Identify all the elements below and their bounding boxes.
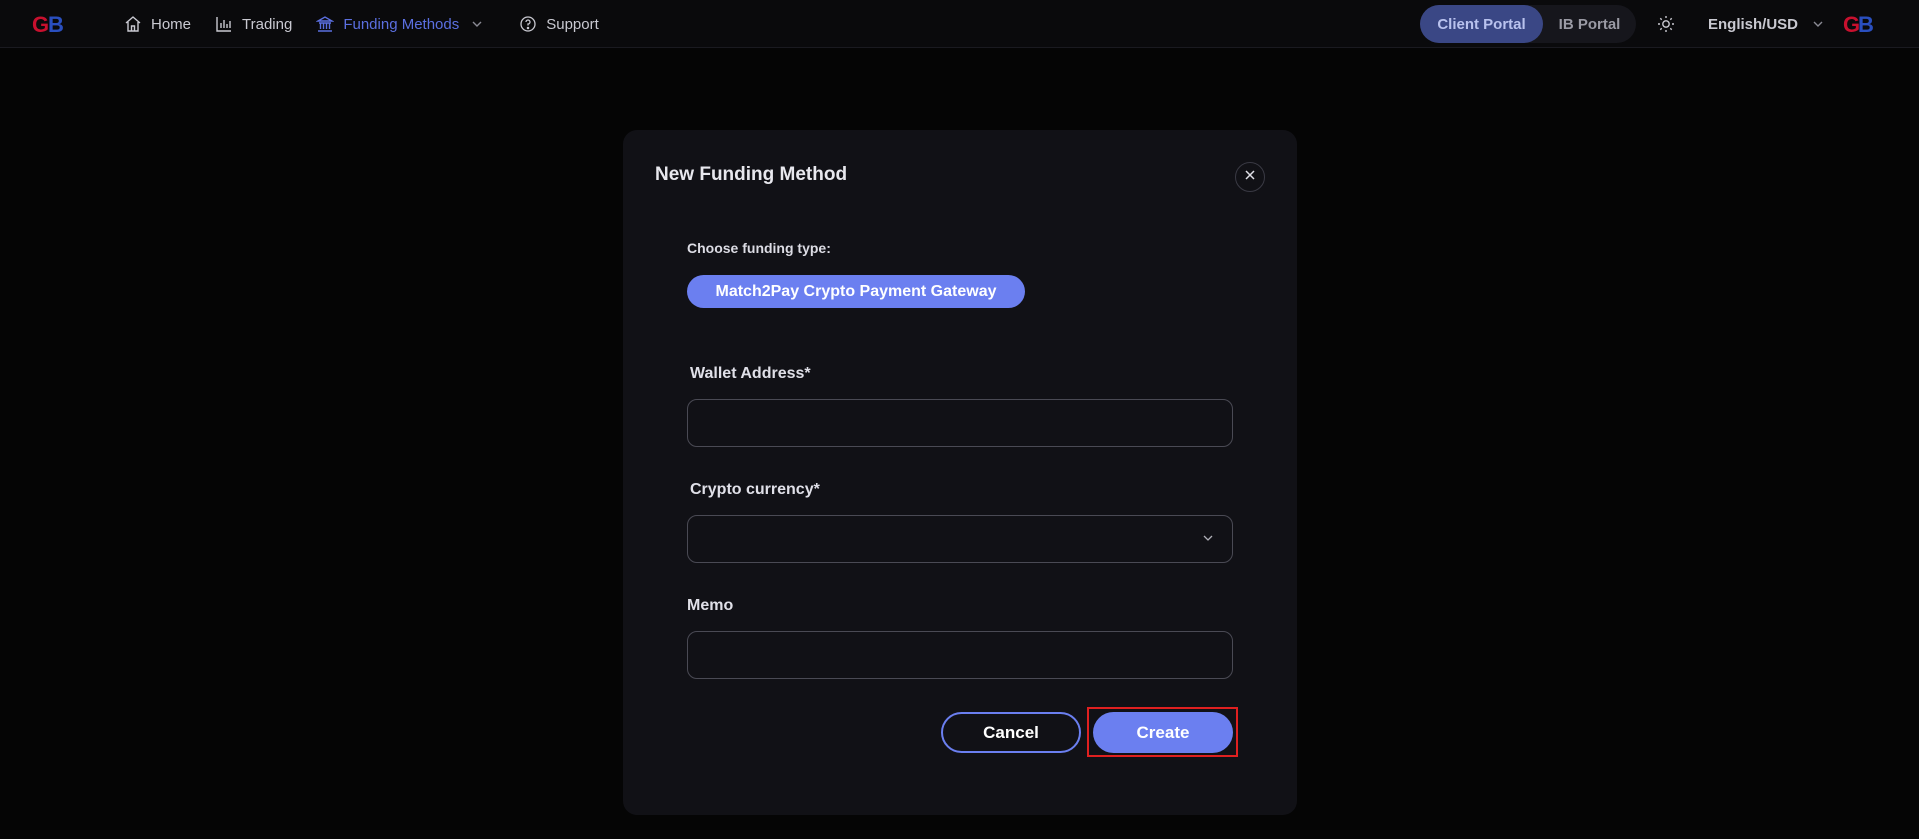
funding-type-chip[interactable]: Match2Pay Crypto Payment Gateway — [687, 275, 1025, 308]
wallet-address-label: Wallet Address* — [690, 365, 811, 382]
client-portal-button[interactable]: Client Portal — [1420, 5, 1543, 43]
chevron-down-icon — [1812, 18, 1824, 30]
chevron-down-icon — [1202, 531, 1214, 548]
top-nav-bar: G B Home Trading Funding Methods Support… — [0, 0, 1919, 48]
nav-item-funding-methods[interactable]: Funding Methods — [316, 15, 495, 33]
nav-item-support[interactable]: Support — [519, 15, 599, 33]
chart-icon — [215, 15, 233, 33]
dialog-title: New Funding Method — [655, 164, 848, 185]
close-button[interactable] — [1235, 162, 1265, 192]
home-icon — [124, 15, 142, 33]
funding-type-label: Choose funding type: — [687, 240, 831, 256]
language-currency-selector[interactable]: English/USD — [1708, 0, 1824, 48]
cancel-button[interactable]: Cancel — [941, 712, 1081, 753]
sun-icon[interactable] — [1656, 14, 1676, 34]
memo-label: Memo — [687, 597, 734, 614]
nav-label-funding-methods: Funding Methods — [343, 15, 460, 33]
user-avatar[interactable]: G B — [1843, 11, 1879, 37]
help-circle-icon — [519, 15, 537, 33]
svg-text:B: B — [48, 12, 64, 37]
portal-toggle: Client Portal IB Portal — [1420, 5, 1636, 43]
memo-input[interactable] — [687, 631, 1233, 679]
nav-label-support: Support — [546, 15, 599, 33]
main-nav: Home Trading Funding Methods Support — [124, 0, 623, 48]
svg-text:G: G — [32, 12, 49, 37]
close-icon — [1244, 168, 1256, 186]
create-button[interactable]: Create — [1093, 712, 1233, 753]
crypto-currency-select[interactable] — [687, 515, 1233, 563]
svg-text:B: B — [1858, 12, 1874, 37]
crypto-currency-label: Crypto currency* — [690, 481, 820, 498]
nav-item-home[interactable]: Home — [124, 15, 191, 33]
bank-icon — [316, 15, 335, 33]
new-funding-method-dialog: New Funding Method Choose funding type: … — [623, 130, 1297, 815]
nav-label-trading: Trading — [242, 15, 293, 33]
wallet-address-input[interactable] — [687, 399, 1233, 447]
chevron-down-icon — [471, 18, 483, 30]
language-label: English/USD — [1708, 15, 1799, 33]
ib-portal-button[interactable]: IB Portal — [1543, 5, 1636, 43]
nav-item-trading[interactable]: Trading — [215, 15, 292, 33]
nav-label-home: Home — [151, 15, 192, 33]
brand-logo[interactable]: G B — [32, 11, 68, 37]
